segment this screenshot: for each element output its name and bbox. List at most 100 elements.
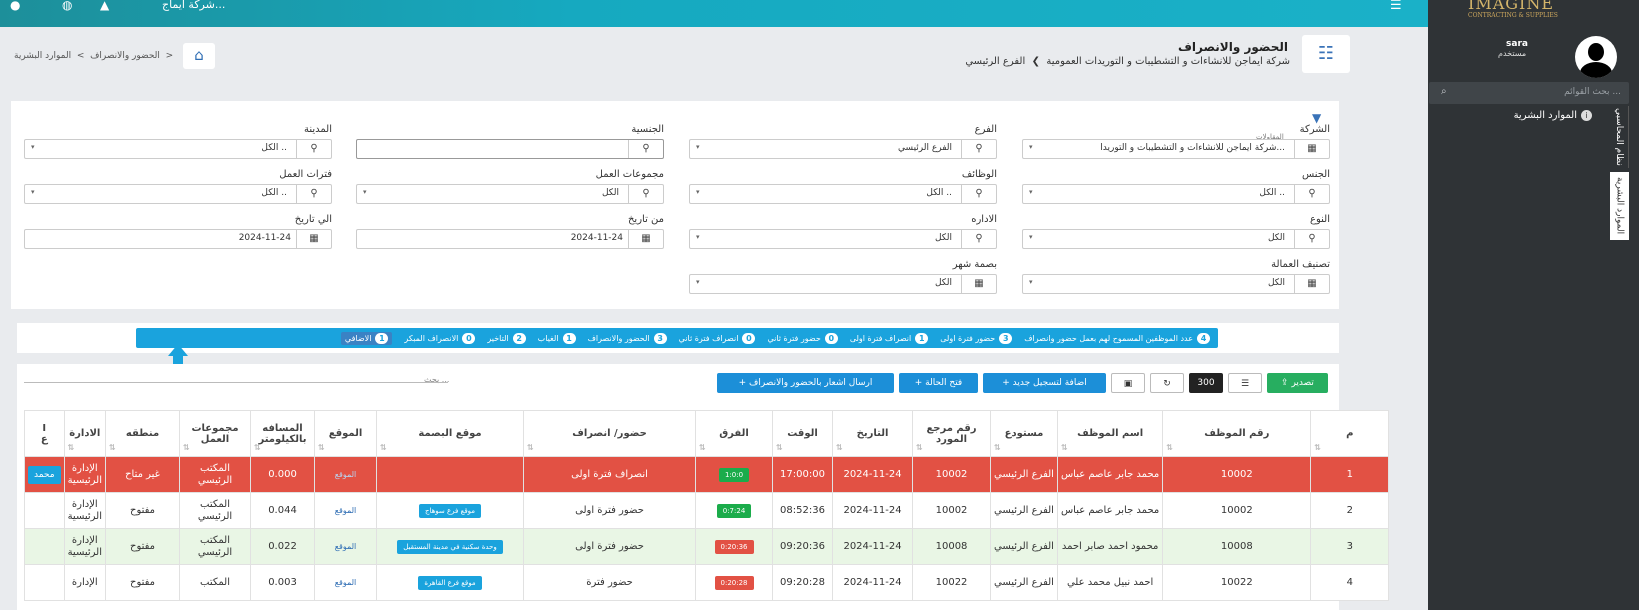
col-header-zone[interactable]: منطقه ⇅ xyxy=(105,410,181,457)
count-absence[interactable]: 1 الغياب xyxy=(538,332,576,344)
place-badge: موقع فرع سوهاج xyxy=(418,503,482,518)
count-in-1[interactable]: 3 حضور فترة اولى xyxy=(940,332,1013,344)
diff-badge: 0:20:36 xyxy=(714,539,754,554)
menu-icon[interactable]: ☰ xyxy=(1390,0,1402,13)
from-date-label: من تاريخ xyxy=(627,214,664,225)
jobs-select[interactable]: ▾ الكل .. ⚲ xyxy=(689,184,997,204)
count-late[interactable]: 2 التاخير xyxy=(487,332,526,344)
col-header-time[interactable]: الوقت ⇅ xyxy=(772,410,834,457)
from-date-input[interactable]: 2024-11-24 ▦ xyxy=(356,229,664,249)
col-header-km[interactable]: المسافه بالكيلومتر ⇅ xyxy=(250,410,316,457)
building-icon: ▦ xyxy=(1294,140,1329,158)
col-header-group[interactable]: مجموعات العمل ⇅ xyxy=(179,410,252,457)
table-row[interactable]: محمد الإدارة الرئيسية غير متاح المكتب ال… xyxy=(24,456,1427,493)
send-notice-button[interactable]: + ارسال اشعار بالحضور والانصراف xyxy=(717,373,894,393)
refresh-icon[interactable]: ↻ xyxy=(1150,373,1184,393)
tab-hr[interactable]: الموارد البشرية xyxy=(1610,172,1629,240)
location-link[interactable]: الموقع xyxy=(335,470,357,479)
avatar[interactable] xyxy=(1575,36,1617,78)
branch-select[interactable]: ▾ الفرع الرئيسي ⚲ xyxy=(689,139,997,159)
count-allowed[interactable]: 4 عدد الموظفين المسموح لهم بعمل حضور وانص… xyxy=(1024,332,1210,344)
filter-icon: ⚲ xyxy=(628,140,663,158)
col-header-type[interactable]: حضور/ انصراف ⇅ xyxy=(523,410,697,457)
building-icon: ▦ xyxy=(961,275,996,293)
sidebar: IMAGINE CONTRACTING & SUPPLIES sara مستخد… xyxy=(1428,0,1639,610)
calendar-icon: ▦ xyxy=(628,230,663,248)
breadcrumb-hr[interactable]: الموارد البشرية xyxy=(14,51,71,61)
jobs-label: الوظائف xyxy=(961,169,997,180)
col-header-diff[interactable]: الفرق ⇅ xyxy=(695,410,774,457)
location-link[interactable]: الموقع xyxy=(335,578,357,587)
to-date-input[interactable]: 2024-11-24 ▦ xyxy=(24,229,332,249)
col-header-dept[interactable]: الادارة ⇅ xyxy=(63,410,107,457)
city-select[interactable]: ▾ الكل .. ⚲ xyxy=(24,139,332,159)
labor-select[interactable]: ▾ الكل ▦ xyxy=(1022,274,1330,294)
table-row[interactable]: الإدارة مفتوح المكتب 0.003 الموقع موقع ف… xyxy=(24,564,1427,601)
list-menu-button[interactable]: ☷ xyxy=(1302,35,1350,73)
open-case-button[interactable]: + فتح الحالة xyxy=(899,373,978,393)
filter-icon: ⚲ xyxy=(628,185,663,203)
company-select[interactable]: ▾ شركة ايماجن للانشاءات و التشطيبات و الت… xyxy=(1022,139,1330,159)
breadcrumb-current: الحضور والانصراف xyxy=(90,51,160,61)
diff-badge: 0:7:24 xyxy=(716,503,752,518)
filter-icon: ⚲ xyxy=(296,140,331,158)
col-header-name[interactable]: اسم الموظف ⇅ xyxy=(1056,410,1164,457)
col-header-emp[interactable]: رقم الموظف ⇅ xyxy=(1162,410,1312,457)
building-icon: ▦ xyxy=(1294,275,1329,293)
workgroups-select[interactable]: ▾ الكل ⚲ xyxy=(356,184,664,204)
page-size[interactable]: 300 xyxy=(1189,373,1223,393)
col-header-n[interactable]: م ⇅ xyxy=(1310,410,1390,457)
workperiods-label: فترات العمل xyxy=(279,169,332,180)
count-out-2[interactable]: 0 انصراف فترة ثاني xyxy=(679,332,756,344)
print-icon[interactable]: ▣ xyxy=(1111,373,1145,393)
filter-icon: ⚲ xyxy=(961,140,996,158)
sidebar-search[interactable]: ⌕ بحث القوائم ... xyxy=(1429,82,1629,104)
location-link[interactable]: الموقع xyxy=(335,506,357,515)
branch-label: الفرع xyxy=(974,124,997,135)
bell-icon[interactable]: ▲ xyxy=(100,0,109,12)
user-icon[interactable]: ● xyxy=(10,0,20,12)
nationality-select[interactable]: ⚲ xyxy=(356,139,664,159)
count-out-1[interactable]: 1 انصراف فترة اولى xyxy=(850,332,929,344)
calendar-icon: ▦ xyxy=(296,230,331,248)
col-header-ref[interactable]: رقم مرجع المورد ⇅ xyxy=(912,410,992,457)
list-view-icon[interactable]: ☰ xyxy=(1228,373,1262,393)
export-button[interactable]: ⇪ تصدير xyxy=(1267,373,1328,393)
page-title: الحضور والانصراف xyxy=(1177,40,1288,54)
breadcrumb: الحضور والانصراف > الموارد البشرية > xyxy=(14,51,174,61)
admin-select[interactable]: ▾ الكل ⚲ xyxy=(689,229,997,249)
col-header-date[interactable]: التاريخ ⇅ xyxy=(832,410,914,457)
row-action-button[interactable]: محمد xyxy=(28,465,61,484)
city-label: المدينة xyxy=(303,124,332,135)
fingerprint-select[interactable]: ▾ الكل ▦ xyxy=(689,274,997,294)
table-row[interactable]: الإدارة الرئيسية مفتوح المكتب الرئيسي 0.… xyxy=(24,492,1427,529)
table-row[interactable]: الإدارة الرئيسية مفتوح المكتب الرئيسي 0.… xyxy=(24,528,1427,565)
count-overtime[interactable]: 1 الاضافي xyxy=(340,331,393,345)
type-select[interactable]: ▾ الكل ⚲ xyxy=(1022,229,1330,249)
gender-label: الجنس xyxy=(1301,169,1330,180)
col-header-store[interactable]: مستودع ⇅ xyxy=(990,410,1058,457)
table-header-row: Iع الادارة ⇅ منطقه ⇅ مجموعات العمل ⇅ المساف… xyxy=(24,410,1427,457)
add-new-button[interactable]: + اضافة لتسجيل جديد xyxy=(983,373,1106,393)
gender-select[interactable]: ▾ الكل .. ⚲ xyxy=(1022,184,1330,204)
company-switcher[interactable]: شركة ايماج... xyxy=(162,0,225,11)
table-search-underline xyxy=(24,382,448,383)
filter-icon: ⚲ xyxy=(1294,185,1329,203)
count-in-2[interactable]: 0 حضور فترة ثاني xyxy=(767,332,838,344)
col-header-place[interactable]: موقع البصمة ⇅ xyxy=(376,410,525,457)
count-attendance[interactable]: 3 الحضور والانصراف xyxy=(588,332,667,344)
sidebar-item-hr[interactable]: الموارد البشرية i xyxy=(1514,110,1592,121)
count-early-leave[interactable]: 0 الانصراف المبكر xyxy=(404,332,476,344)
attendance-table: Iع الادارة ⇅ منطقه ⇅ مجموعات العمل ⇅ المساف… xyxy=(24,410,1427,601)
col-header-loc[interactable]: الموقع ⇅ xyxy=(314,410,378,457)
workperiods-select[interactable]: ▾ الكل .. ⚲ xyxy=(24,184,332,204)
home-button[interactable]: ⌂ xyxy=(183,43,215,69)
col-header-edge[interactable]: Iع xyxy=(24,410,65,457)
location-link[interactable]: الموقع xyxy=(335,542,357,551)
filter-icon: ⚲ xyxy=(961,185,996,203)
tab-accounting[interactable]: نظام المحاسبي xyxy=(1610,106,1629,168)
globe-icon[interactable]: ◍ xyxy=(62,0,72,12)
fingerprint-label: بصمة شهر xyxy=(952,259,997,270)
company-branch: شركة ايماجن للانشاءات و التشطيبات و التو… xyxy=(965,56,1290,67)
filter-icon[interactable]: ▼ xyxy=(1312,111,1321,125)
